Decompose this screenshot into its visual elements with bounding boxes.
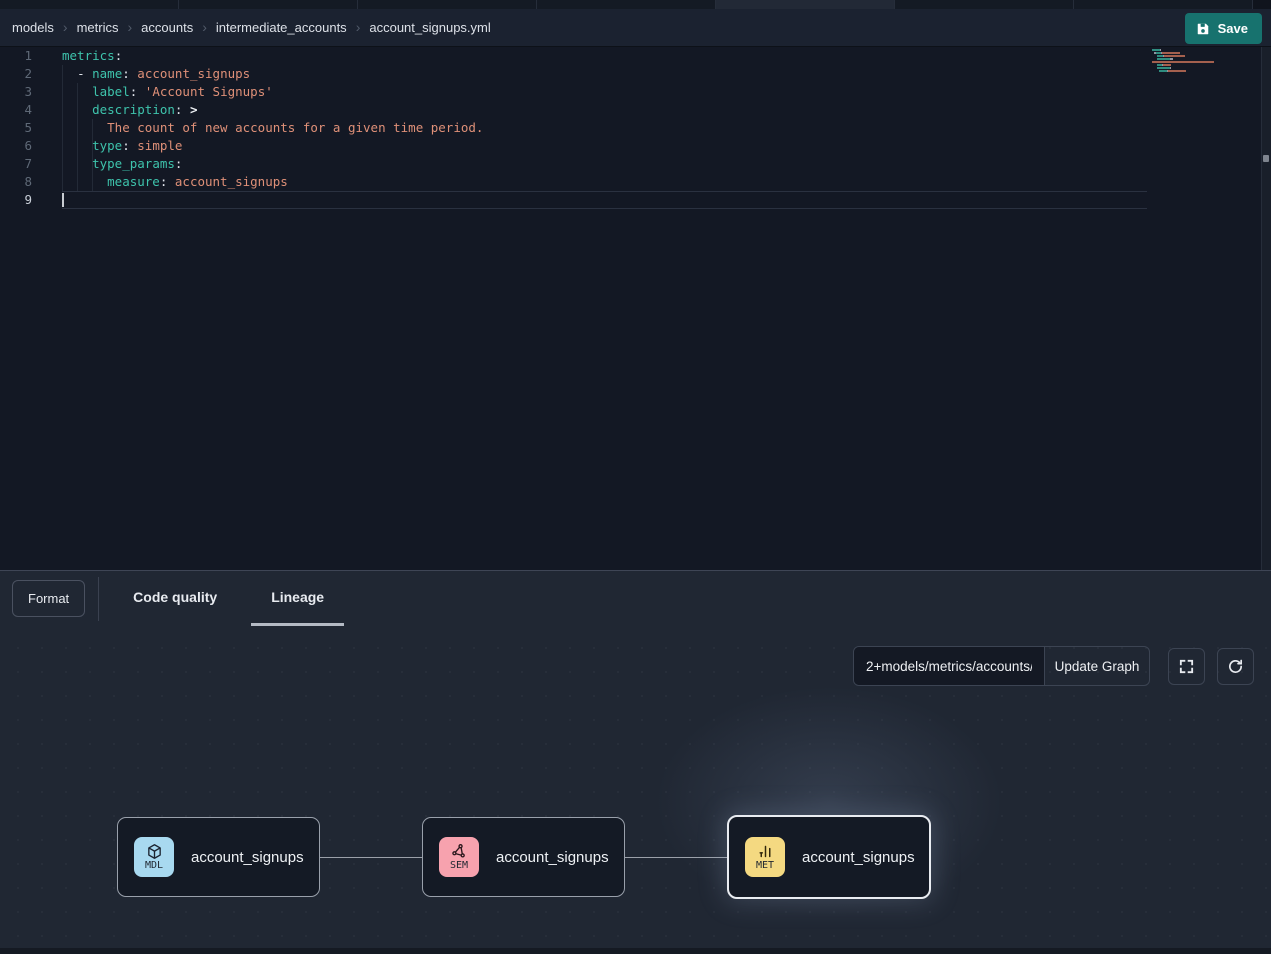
graph-selector-input[interactable] (854, 647, 1045, 685)
code-editor[interactable]: 1metrics:2 - name: account_signups3 labe… (0, 47, 1271, 570)
code-line: 8 measure: account_signups (0, 173, 1147, 191)
code-lines: 1metrics:2 - name: account_signups3 labe… (0, 47, 1147, 209)
node-label: account_signups (802, 849, 915, 866)
code-line: 1metrics: (0, 47, 1147, 65)
refresh-icon (1227, 658, 1244, 675)
code-line: 5 The count of new accounts for a given … (0, 119, 1147, 137)
chevron-right-icon: › (127, 20, 132, 34)
save-button-label: Save (1218, 21, 1248, 36)
file-tab[interactable] (716, 0, 895, 9)
bottom-panel: Format Code quality Lineage Update Graph (0, 570, 1271, 954)
update-graph-button[interactable]: Update Graph (1045, 647, 1149, 685)
refresh-button[interactable] (1217, 648, 1254, 685)
code-line: 7 type_params: (0, 155, 1147, 173)
bar-chart-icon (757, 843, 774, 860)
model-badge: MDL (145, 860, 163, 871)
lineage-edge (625, 857, 727, 858)
lineage-node-metric[interactable]: MET account_signups (727, 815, 931, 899)
node-label: account_signups (191, 849, 304, 866)
code-line: 4 description: > (0, 101, 1147, 119)
file-tab-strip[interactable] (0, 0, 1271, 9)
tab-code-quality[interactable]: Code quality (113, 571, 237, 626)
fullscreen-icon (1178, 658, 1195, 675)
format-button[interactable]: Format (12, 580, 85, 617)
graph-controls: Update Graph (853, 646, 1254, 686)
breadcrumb-bar: models › metrics › accounts › intermedia… (0, 9, 1271, 47)
model-tile: MDL (134, 837, 174, 877)
lineage-graph-canvas[interactable]: Update Graph (0, 626, 1271, 949)
metric-tile: MET (745, 837, 785, 877)
minimap[interactable] (1152, 49, 1214, 76)
header-divider (98, 577, 99, 621)
save-floppy-icon (1196, 22, 1210, 36)
breadcrumb-item-file[interactable]: account_signups.yml (369, 20, 490, 35)
tab-lineage[interactable]: Lineage (251, 571, 344, 626)
save-button[interactable]: Save (1185, 13, 1262, 44)
breadcrumb-item-models[interactable]: models (12, 20, 54, 35)
file-tab[interactable] (358, 0, 537, 9)
lineage-node-model[interactable]: MDL account_signups (117, 817, 320, 897)
node-label: account_signups (496, 849, 609, 866)
fullscreen-button[interactable] (1168, 648, 1205, 685)
scrollbar-handle[interactable] (1263, 155, 1269, 162)
cube-icon (146, 843, 163, 860)
code-line: 2 - name: account_signups (0, 65, 1147, 83)
editor-scrollbar[interactable] (1261, 47, 1271, 570)
lineage-node-semantic-model[interactable]: SEM account_signups (422, 817, 625, 897)
bottom-panel-header: Format Code quality Lineage (0, 571, 1271, 626)
code-line: 6 type: simple (0, 137, 1147, 155)
metric-badge: MET (756, 860, 774, 871)
semantic-model-badge: SEM (450, 860, 468, 871)
lineage-edge (320, 857, 422, 858)
file-tab[interactable] (895, 0, 1074, 9)
file-tab[interactable] (1074, 0, 1253, 9)
code-line: 3 label: 'Account Signups' (0, 83, 1147, 101)
code-line: 9 (0, 191, 1147, 209)
file-tab[interactable] (179, 0, 358, 9)
selector-group: Update Graph (853, 646, 1150, 686)
file-tab[interactable] (537, 0, 716, 9)
chevron-right-icon: › (356, 20, 361, 34)
network-icon (451, 843, 468, 860)
chevron-right-icon: › (202, 20, 207, 34)
file-tab[interactable] (0, 0, 179, 9)
semantic-model-tile: SEM (439, 837, 479, 877)
chevron-right-icon: › (63, 20, 68, 34)
ide-window: models › metrics › accounts › intermedia… (0, 0, 1271, 954)
breadcrumb: models › metrics › accounts › intermedia… (12, 20, 491, 35)
breadcrumb-item-intermediate-accounts[interactable]: intermediate_accounts (216, 20, 347, 35)
breadcrumb-item-accounts[interactable]: accounts (141, 20, 193, 35)
panel-bottom-edge (0, 948, 1271, 954)
breadcrumb-item-metrics[interactable]: metrics (77, 20, 119, 35)
